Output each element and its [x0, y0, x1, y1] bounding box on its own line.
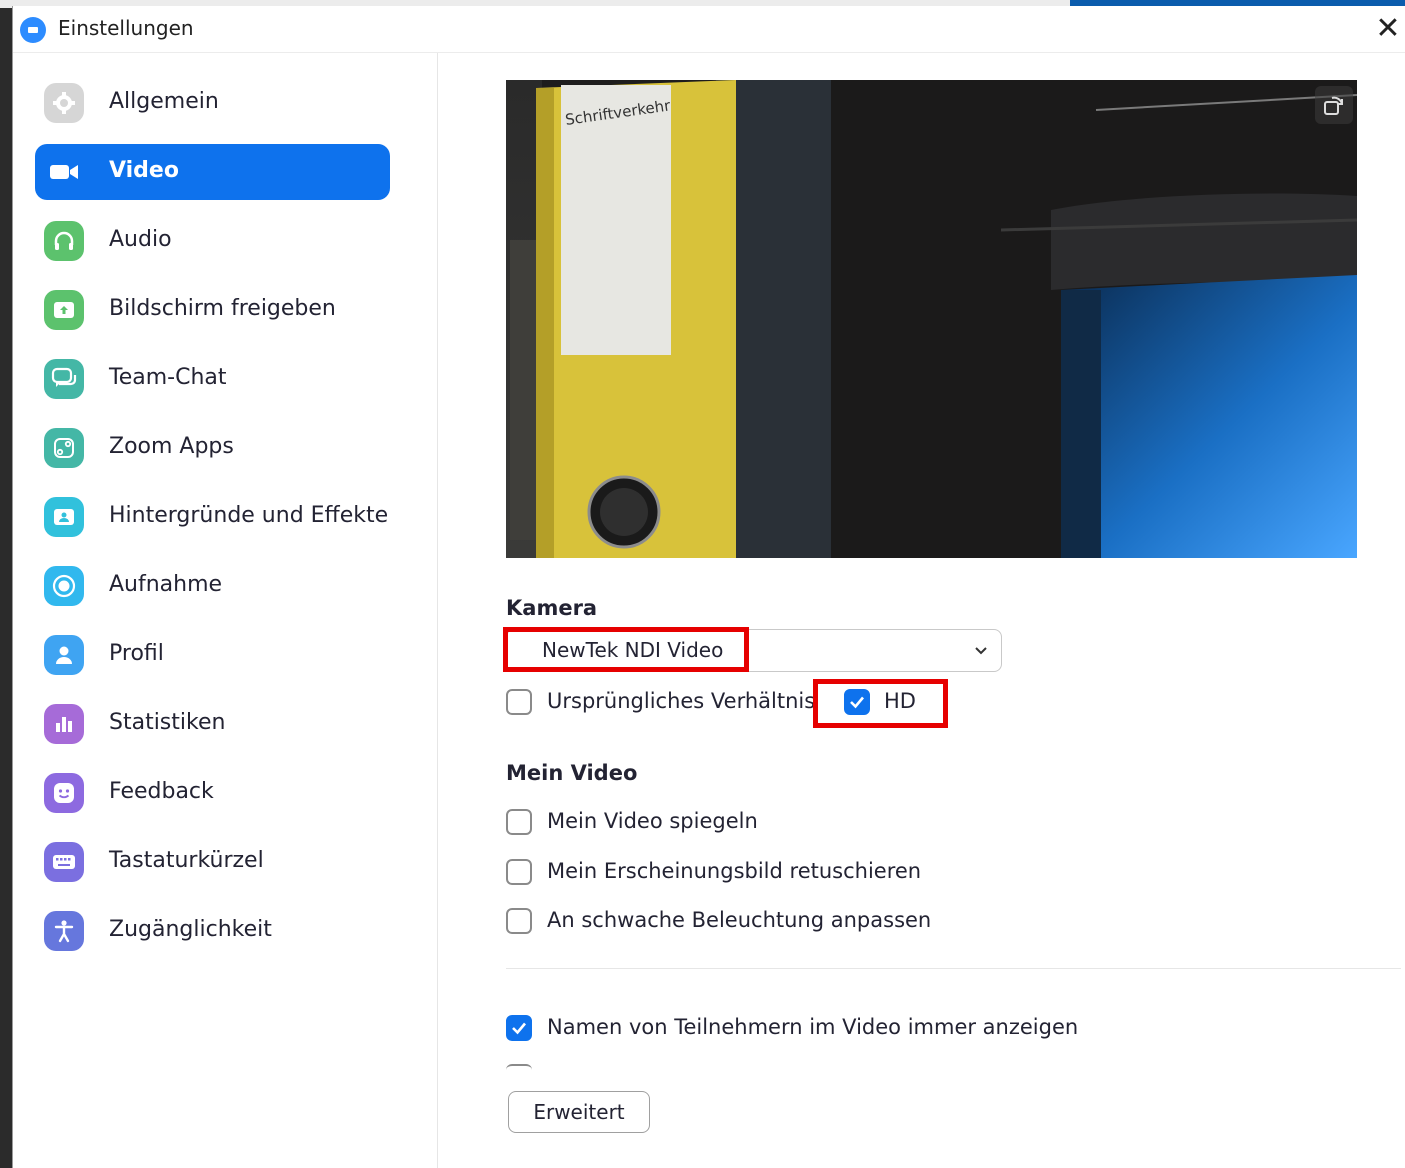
gear-icon	[44, 83, 84, 123]
sidebar-item-feedback[interactable]: Feedback	[35, 765, 390, 821]
apps-icon	[44, 428, 84, 468]
mirror-video-label: Mein Video spiegeln	[547, 809, 758, 833]
original-ratio-checkbox[interactable]	[506, 689, 532, 715]
sidebar-item-label: Zugänglichkeit	[109, 917, 272, 942]
close-button[interactable]: ✕	[1370, 11, 1405, 47]
sidebar-item-label: Video	[109, 158, 179, 183]
touch-up-checkbox[interactable]	[506, 859, 532, 885]
camera-select[interactable]: NewTek NDI Video	[506, 629, 1002, 672]
sidebar-item-label: Audio	[109, 227, 172, 252]
camera-section-title: Kamera	[506, 596, 598, 620]
camera-select-value: NewTek NDI Video	[542, 638, 724, 662]
hd-checkbox[interactable]	[844, 689, 870, 715]
sidebar-item-label: Feedback	[109, 779, 214, 804]
show-names-checkbox[interactable]	[506, 1015, 532, 1041]
sidebar-item-label: Profil	[109, 641, 164, 666]
record-icon	[44, 566, 84, 606]
divider	[506, 968, 1401, 969]
mirror-video-checkbox[interactable]	[506, 809, 532, 835]
low-light-label: An schwache Beleuchtung anpassen	[547, 908, 932, 932]
sidebar-item-label: Hintergründe und Effekte	[109, 503, 389, 528]
sidebar-item-bildschirm-freigeben[interactable]: Bildschirm freigeben	[35, 282, 390, 338]
sidebar-item-hintergruende[interactable]: Hintergründe und Effekte	[35, 489, 390, 545]
hd-label: HD	[884, 689, 916, 713]
video-settings-panel: Schriftverkehr Kamera NewTek NDI Video U…	[438, 53, 1405, 1168]
sidebar: Allgemein Video Audio Bildschirm freigeb…	[13, 53, 438, 1168]
feedback-icon	[44, 773, 84, 813]
sidebar-item-team-chat[interactable]: Team-Chat	[35, 351, 390, 407]
zoom-logo-icon	[20, 17, 46, 43]
my-video-section-title: Mein Video	[506, 761, 638, 785]
sidebar-item-label: Allgemein	[109, 89, 219, 114]
sidebar-item-label: Tastaturkürzel	[109, 848, 264, 873]
sidebar-item-zugaenglichkeit[interactable]: Zugänglichkeit	[35, 903, 390, 959]
sidebar-item-allgemein[interactable]: Allgemein	[35, 75, 390, 131]
sidebar-item-audio[interactable]: Audio	[35, 213, 390, 269]
title-bar: Einstellungen ✕	[13, 6, 1405, 53]
original-ratio-label: Ursprüngliches Verhältnis	[547, 689, 816, 713]
sidebar-item-tastaturkuerzel[interactable]: Tastaturkürzel	[35, 834, 390, 890]
window-title: Einstellungen	[58, 16, 194, 40]
camera-preview-image: Schriftverkehr	[506, 80, 1357, 558]
advanced-button[interactable]: Erweitert	[508, 1091, 650, 1133]
accessibility-icon	[44, 911, 84, 951]
sidebar-item-video[interactable]: Video	[35, 144, 390, 200]
camera-preview: Schriftverkehr	[506, 80, 1357, 558]
show-names-label: Namen von Teilnehmern im Video immer anz…	[547, 1015, 1079, 1039]
low-light-checkbox[interactable]	[506, 908, 532, 934]
sidebar-item-zoom-apps[interactable]: Zoom Apps	[35, 420, 390, 476]
sidebar-item-label: Statistiken	[109, 710, 226, 735]
chat-icon	[44, 359, 84, 399]
statistics-icon	[44, 704, 84, 744]
share-screen-icon	[44, 290, 84, 330]
background-icon	[44, 497, 84, 537]
settings-window: Einstellungen ✕ Allgemein Video Audio Bi…	[12, 6, 1405, 1168]
checkmark-icon	[512, 1022, 526, 1035]
chevron-down-icon	[975, 647, 987, 655]
highlight-box-hd	[813, 679, 948, 728]
rotate-icon	[1324, 96, 1343, 115]
keyboard-icon	[44, 842, 84, 882]
video-camera-icon	[44, 152, 84, 192]
touch-up-label: Mein Erscheinungsbild retuschieren	[547, 859, 922, 883]
headphones-icon	[44, 221, 84, 261]
sidebar-item-label: Bildschirm freigeben	[109, 296, 336, 321]
next-option-checkbox[interactable]	[506, 1064, 532, 1070]
profile-icon	[44, 635, 84, 675]
rotate-camera-button[interactable]	[1315, 86, 1353, 124]
sidebar-item-aufnahme[interactable]: Aufnahme	[35, 558, 390, 614]
sidebar-item-profil[interactable]: Profil	[35, 627, 390, 683]
sidebar-item-label: Aufnahme	[109, 572, 223, 597]
sidebar-item-label: Zoom Apps	[109, 434, 234, 459]
sidebar-item-label: Team-Chat	[109, 365, 227, 390]
checkmark-icon	[850, 696, 864, 709]
sidebar-item-statistiken[interactable]: Statistiken	[35, 696, 390, 752]
